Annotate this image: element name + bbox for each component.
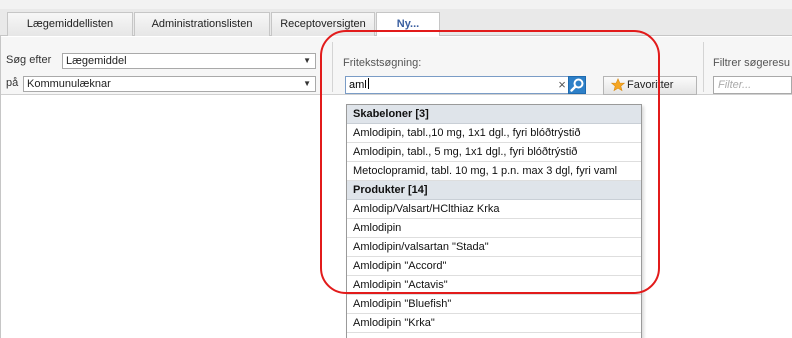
list-item[interactable]: Amlodip/Valsart/HClthiaz Krka (347, 200, 641, 219)
star-icon (610, 78, 626, 98)
filter-input[interactable]: Filter... (713, 76, 792, 94)
tab-laegemiddellisten[interactable]: Lægemiddellisten (7, 12, 133, 36)
tab-bar: Lægemiddellisten Administrationslisten R… (0, 9, 792, 37)
list-item[interactable]: Amlodipin "Accord" (347, 257, 641, 276)
templates-header: Skabeloner [3] (347, 105, 641, 124)
list-item[interactable]: Metoclopramid, tabl. 10 mg, 1 p.n. max 3… (347, 162, 641, 181)
panel-divider (703, 42, 704, 92)
freetext-label: Fritekstsøgning: (343, 57, 422, 69)
freetext-search-input[interactable]: aml (345, 76, 586, 94)
search-scope-select[interactable]: Kommunulæknar ▼ (23, 76, 316, 92)
triangle-down-icon: ▼ (303, 79, 311, 88)
tab-new[interactable]: Ny... (376, 12, 440, 37)
panel-divider (332, 42, 333, 92)
list-item[interactable]: Amlodipin/valsartan "Stada" (347, 238, 641, 257)
on-label: på (6, 77, 19, 89)
search-scope-value: Kommunulæknar (27, 78, 111, 90)
close-icon[interactable]: × (556, 77, 568, 93)
tab-administrationslisten[interactable]: Administrationslisten (134, 12, 270, 36)
list-item[interactable]: Amlodipin "Krka" (347, 314, 641, 333)
freetext-value: aml (349, 79, 367, 91)
search-for-label: Søg efter (6, 54, 52, 66)
text-caret (367, 78, 369, 89)
list-item[interactable]: Amlodipin (347, 219, 641, 238)
tab-receptoversigten[interactable]: Receptoversigten (271, 12, 375, 36)
search-button[interactable] (568, 76, 586, 94)
favorites-label: Favoritter (627, 79, 674, 91)
list-item[interactable]: Amlodipin, tabl., 5 mg, 1x1 dgl., fyri b… (347, 143, 641, 162)
list-item[interactable]: Amlodipin "Actavis" (347, 276, 641, 295)
autocomplete-dropdown: Skabeloner [3] Amlodipin, tabl.,10 mg, 1… (346, 104, 642, 338)
products-header: Produkter [14] (347, 181, 641, 200)
search-for-select[interactable]: Lægemiddel ▼ (62, 53, 316, 69)
magnifier-icon (570, 78, 584, 92)
list-item[interactable]: Amlodipin "Bluefish" (347, 295, 641, 314)
favorites-button[interactable]: Favoritter (603, 76, 697, 95)
search-for-value: Lægemiddel (66, 55, 127, 67)
filter-label: Filtrer søgeresu (713, 57, 791, 69)
list-item[interactable]: Amlodipin, tabl.,10 mg, 1x1 dgl., fyri b… (347, 124, 641, 143)
triangle-down-icon: ▼ (303, 56, 311, 65)
